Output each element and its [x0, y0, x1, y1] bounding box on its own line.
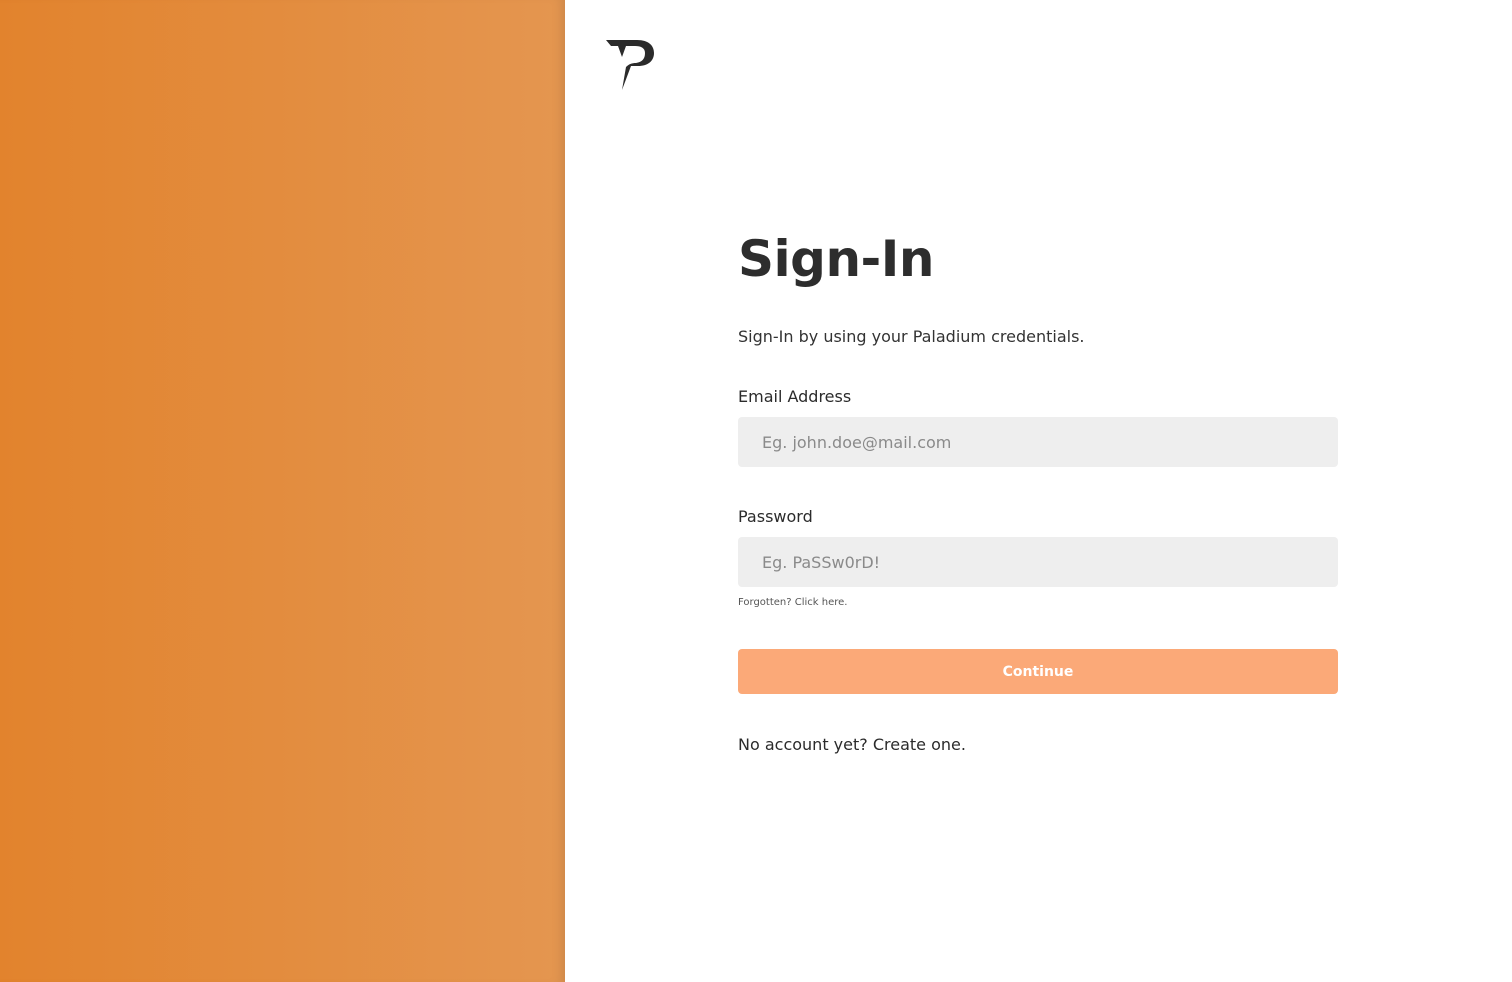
continue-button[interactable]: Continue — [738, 649, 1338, 694]
paladium-logo-icon — [605, 38, 655, 92]
paladium-logo-svg — [606, 40, 654, 90]
create-account-link[interactable]: No account yet? Create one. — [738, 735, 966, 754]
signin-subtitle: Sign-In by using your Paladium credentia… — [738, 327, 1085, 346]
page-title: Sign-In — [738, 230, 935, 288]
forgot-password-link[interactable]: Forgotten? Click here. — [738, 597, 847, 608]
password-field[interactable] — [738, 537, 1338, 587]
password-label: Password — [738, 507, 813, 526]
email-field[interactable] — [738, 417, 1338, 467]
brand-side-panel — [0, 0, 565, 982]
signin-panel: Sign-In Sign-In by using your Paladium c… — [565, 0, 1512, 982]
email-label: Email Address — [738, 387, 852, 406]
